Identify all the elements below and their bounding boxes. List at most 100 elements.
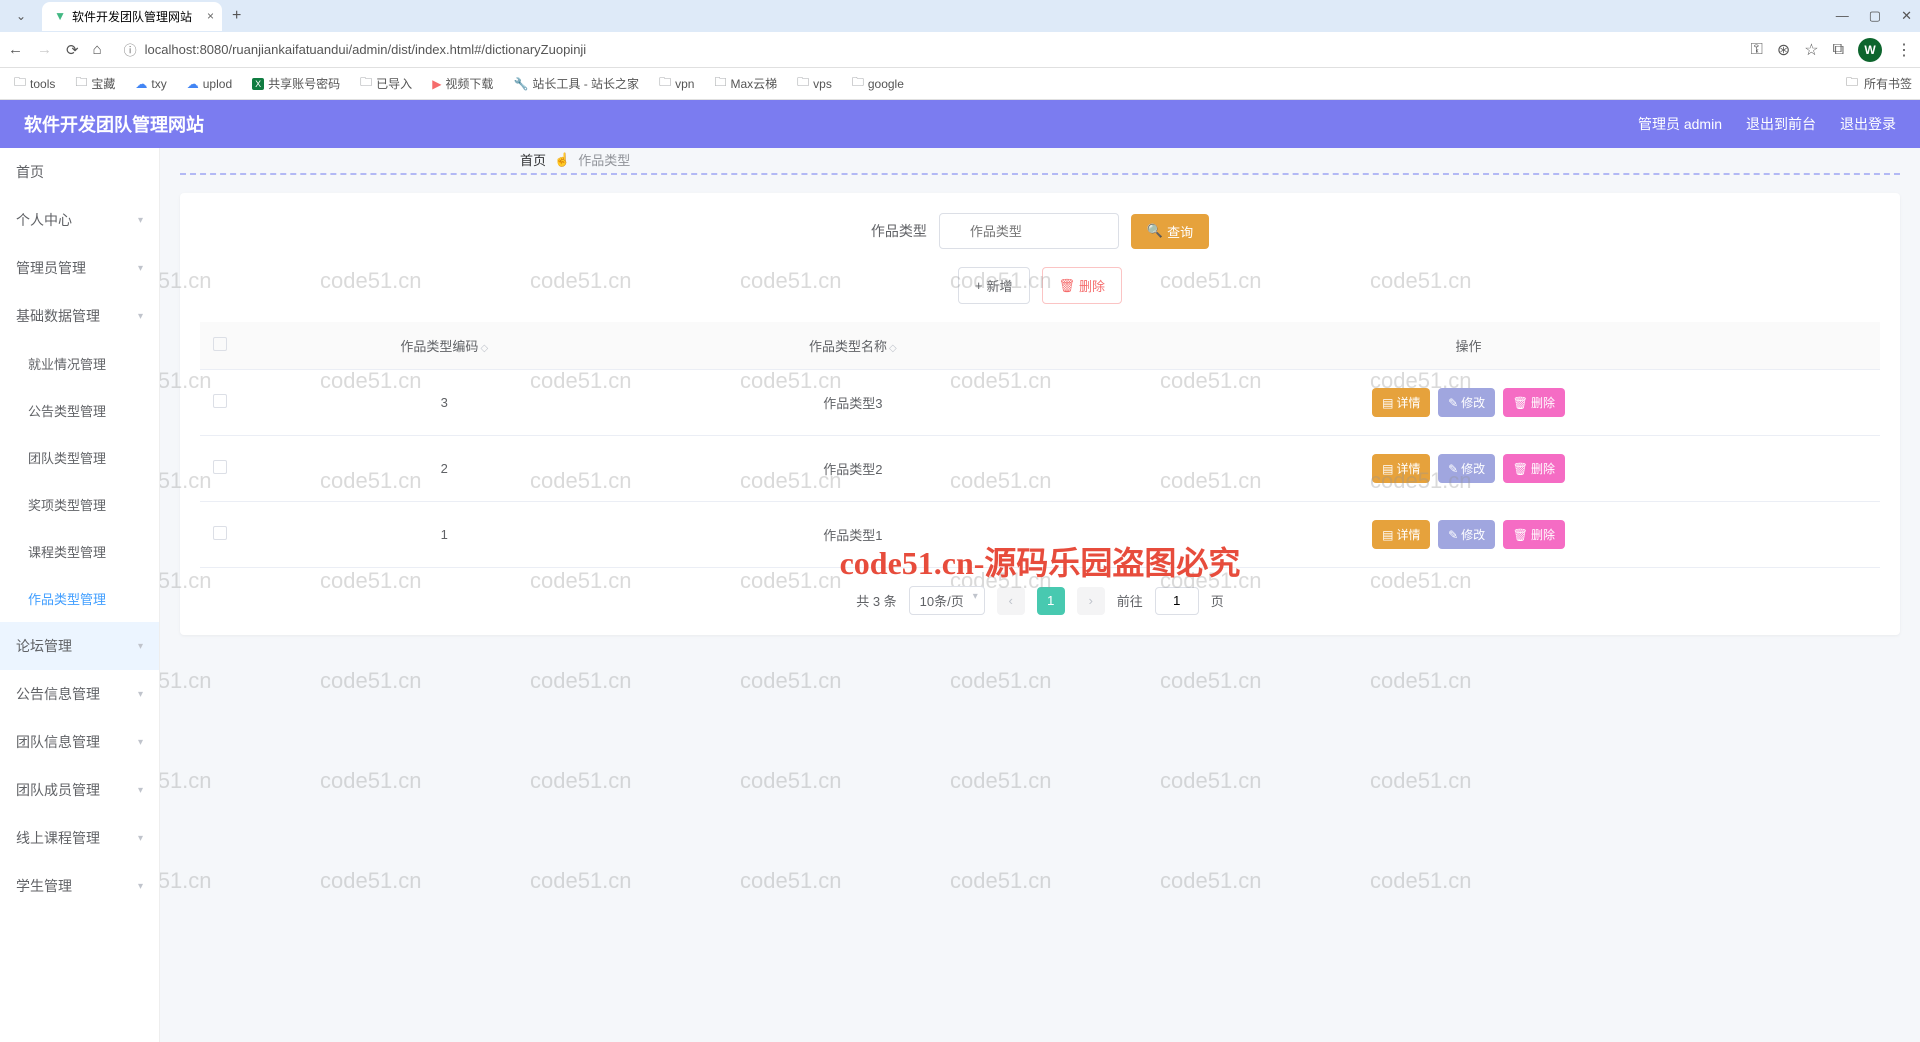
detail-button[interactable]: ▤详情 — [1372, 520, 1430, 549]
search-input[interactable] — [939, 213, 1119, 249]
sidebar-item[interactable]: 管理员管理▾ — [0, 244, 159, 292]
sidebar-item[interactable]: 课程类型管理 — [0, 528, 159, 575]
edit-icon: ✎ — [1448, 528, 1458, 542]
menu-icon[interactable]: ⋮ — [1896, 40, 1912, 60]
page-size-select[interactable]: 10条/页 ▾ — [909, 586, 985, 615]
sidebar-item[interactable]: 作品类型管理 — [0, 575, 159, 622]
chevron-down-icon: ▾ — [138, 311, 143, 322]
bookmark-webmaster[interactable]: 🔧站长工具 - 站长之家 — [507, 72, 645, 95]
content-card: 作品类型 🔍 查询 + 新增 🗑 删除 — [180, 193, 1900, 635]
sidebar-item[interactable]: 奖项类型管理 — [0, 481, 159, 528]
row-checkbox[interactable] — [213, 526, 227, 540]
delete-button[interactable]: 🗑删除 — [1503, 388, 1565, 417]
sidebar-item-label: 首页 — [16, 162, 44, 182]
cell-name: 作品类型2 — [649, 436, 1058, 502]
row-checkbox[interactable] — [213, 394, 227, 408]
password-icon[interactable]: ⚿ — [1751, 41, 1763, 59]
forward-icon[interactable]: → — [37, 41, 52, 59]
col-name[interactable]: 作品类型名称◇ — [649, 322, 1058, 370]
back-icon[interactable]: ← — [8, 41, 23, 59]
next-page-button[interactable]: › — [1077, 587, 1105, 615]
cloud-icon: ☁ — [187, 77, 199, 91]
goto-page-input[interactable] — [1155, 587, 1199, 615]
edit-button[interactable]: ✎修改 — [1438, 388, 1495, 417]
url-input[interactable]: ⓘ localhost:8080/ruanjiankaifatuandui/ad… — [114, 36, 1739, 63]
translate-icon[interactable]: ⊛ — [1777, 40, 1790, 60]
sidebar-item[interactable]: 基础数据管理▾ — [0, 292, 159, 340]
table-row: 3 作品类型3 ▤详情 ✎修改 🗑删除 — [200, 370, 1880, 436]
reload-icon[interactable]: ⟳ — [66, 41, 79, 59]
home-icon[interactable]: ⌂ — [93, 41, 102, 59]
bookmark-vpn[interactable]: 🗀vpn — [653, 70, 700, 97]
bookmark-video[interactable]: ▶视频下载 — [426, 72, 499, 95]
detail-button[interactable]: ▤详情 — [1372, 388, 1430, 417]
bookmark-star-icon[interactable]: ☆ — [1804, 40, 1818, 60]
sidebar-item[interactable]: 论坛管理▾ — [0, 622, 159, 670]
edit-icon: ✎ — [1448, 396, 1458, 410]
tool-icon: 🔧 — [513, 77, 528, 91]
pagination: 共 3 条 10条/页 ▾ ‹ 1 › 前往 页 — [200, 586, 1880, 615]
sidebar-item-label: 就业情况管理 — [28, 354, 106, 373]
sidebar-item[interactable]: 团队成员管理▾ — [0, 766, 159, 814]
close-tab-icon[interactable]: × — [207, 9, 214, 23]
maximize-icon[interactable]: ▢ — [1869, 8, 1881, 24]
site-info-icon[interactable]: ⓘ — [124, 40, 137, 59]
delete-button[interactable]: 🗑删除 — [1503, 520, 1565, 549]
sidebar-item[interactable]: 学生管理▾ — [0, 862, 159, 910]
chevron-down-icon: ▾ — [138, 881, 143, 892]
breadcrumb-home[interactable]: 首页 — [520, 150, 546, 169]
folder-icon: 🗀 — [852, 73, 864, 94]
add-button[interactable]: + 新增 — [958, 267, 1030, 304]
sidebar-item[interactable]: 团队信息管理▾ — [0, 718, 159, 766]
logout-front-button[interactable]: 退出到前台 — [1746, 114, 1816, 134]
edit-button[interactable]: ✎修改 — [1438, 454, 1495, 483]
bookmark-txy[interactable]: ☁txy — [129, 74, 172, 94]
profile-avatar[interactable]: W — [1858, 38, 1882, 62]
bulk-delete-button[interactable]: 🗑 删除 — [1042, 267, 1123, 304]
select-all-checkbox[interactable] — [213, 337, 227, 351]
trash-icon: 🗑 — [1513, 528, 1528, 542]
browser-tab-bar: ⌄ ▼ 软件开发团队管理网站 × + — ▢ ✕ — [0, 0, 1920, 32]
sidebar-item-label: 团队类型管理 — [28, 448, 106, 467]
search-row: 作品类型 🔍 查询 — [200, 213, 1880, 249]
sidebar-item[interactable]: 公告信息管理▾ — [0, 670, 159, 718]
row-checkbox[interactable] — [213, 460, 227, 474]
prev-page-button[interactable]: ‹ — [997, 587, 1025, 615]
sidebar-item[interactable]: 首页 — [0, 148, 159, 196]
bookmark-vps[interactable]: 🗀vps — [791, 70, 838, 97]
browser-tab[interactable]: ▼ 软件开发团队管理网站 × — [42, 2, 222, 31]
detail-button[interactable]: ▤详情 — [1372, 454, 1430, 483]
minimize-icon[interactable]: — — [1836, 8, 1849, 24]
extensions-icon[interactable]: ⧉ — [1833, 41, 1844, 59]
close-window-icon[interactable]: ✕ — [1901, 8, 1912, 24]
sidebar-item-label: 个人中心 — [16, 210, 72, 230]
sidebar-item[interactable]: 个人中心▾ — [0, 196, 159, 244]
bookmark-imported[interactable]: 🗀已导入 — [354, 70, 418, 97]
edit-button[interactable]: ✎修改 — [1438, 520, 1495, 549]
chevron-down-icon: ▾ — [138, 737, 143, 748]
sidebar-item[interactable]: 公告类型管理 — [0, 387, 159, 434]
sidebar-item[interactable]: 就业情况管理 — [0, 340, 159, 387]
bookmark-treasure[interactable]: 🗀宝藏 — [69, 70, 121, 97]
new-tab-button[interactable]: + — [222, 7, 251, 25]
data-table: 作品类型编码◇ 作品类型名称◇ 操作 3 作品类型3 ▤详情 ✎修改 🗑删除 2… — [200, 322, 1880, 568]
bookmark-share-pwd[interactable]: X共享账号密码 — [246, 72, 346, 95]
sidebar-item[interactable]: 团队类型管理 — [0, 434, 159, 481]
bookmark-google[interactable]: 🗀google — [846, 70, 910, 97]
user-label[interactable]: 管理员 admin — [1638, 114, 1722, 134]
query-button[interactable]: 🔍 查询 — [1131, 214, 1209, 249]
all-bookmarks[interactable]: 所有书签 — [1864, 75, 1912, 92]
tab-dropdown-icon[interactable]: ⌄ — [8, 9, 34, 23]
col-code[interactable]: 作品类型编码◇ — [240, 322, 649, 370]
sidebar-item[interactable]: 线上课程管理▾ — [0, 814, 159, 862]
bookmark-max[interactable]: 🗀Max云梯 — [708, 70, 783, 97]
page-1-button[interactable]: 1 — [1037, 587, 1065, 615]
bookmark-tools[interactable]: 🗀tools — [8, 70, 61, 97]
content-area: code51.cncode51.cncode51.cncode51.cncode… — [160, 148, 1920, 1042]
delete-button[interactable]: 🗑删除 — [1503, 454, 1565, 483]
folder-icon: 🗀 — [75, 73, 87, 94]
sort-icon: ◇ — [480, 343, 488, 354]
bookmark-uplod[interactable]: ☁uplod — [181, 74, 238, 94]
chevron-down-icon: ▾ — [138, 833, 143, 844]
logout-button[interactable]: 退出登录 — [1840, 114, 1896, 134]
